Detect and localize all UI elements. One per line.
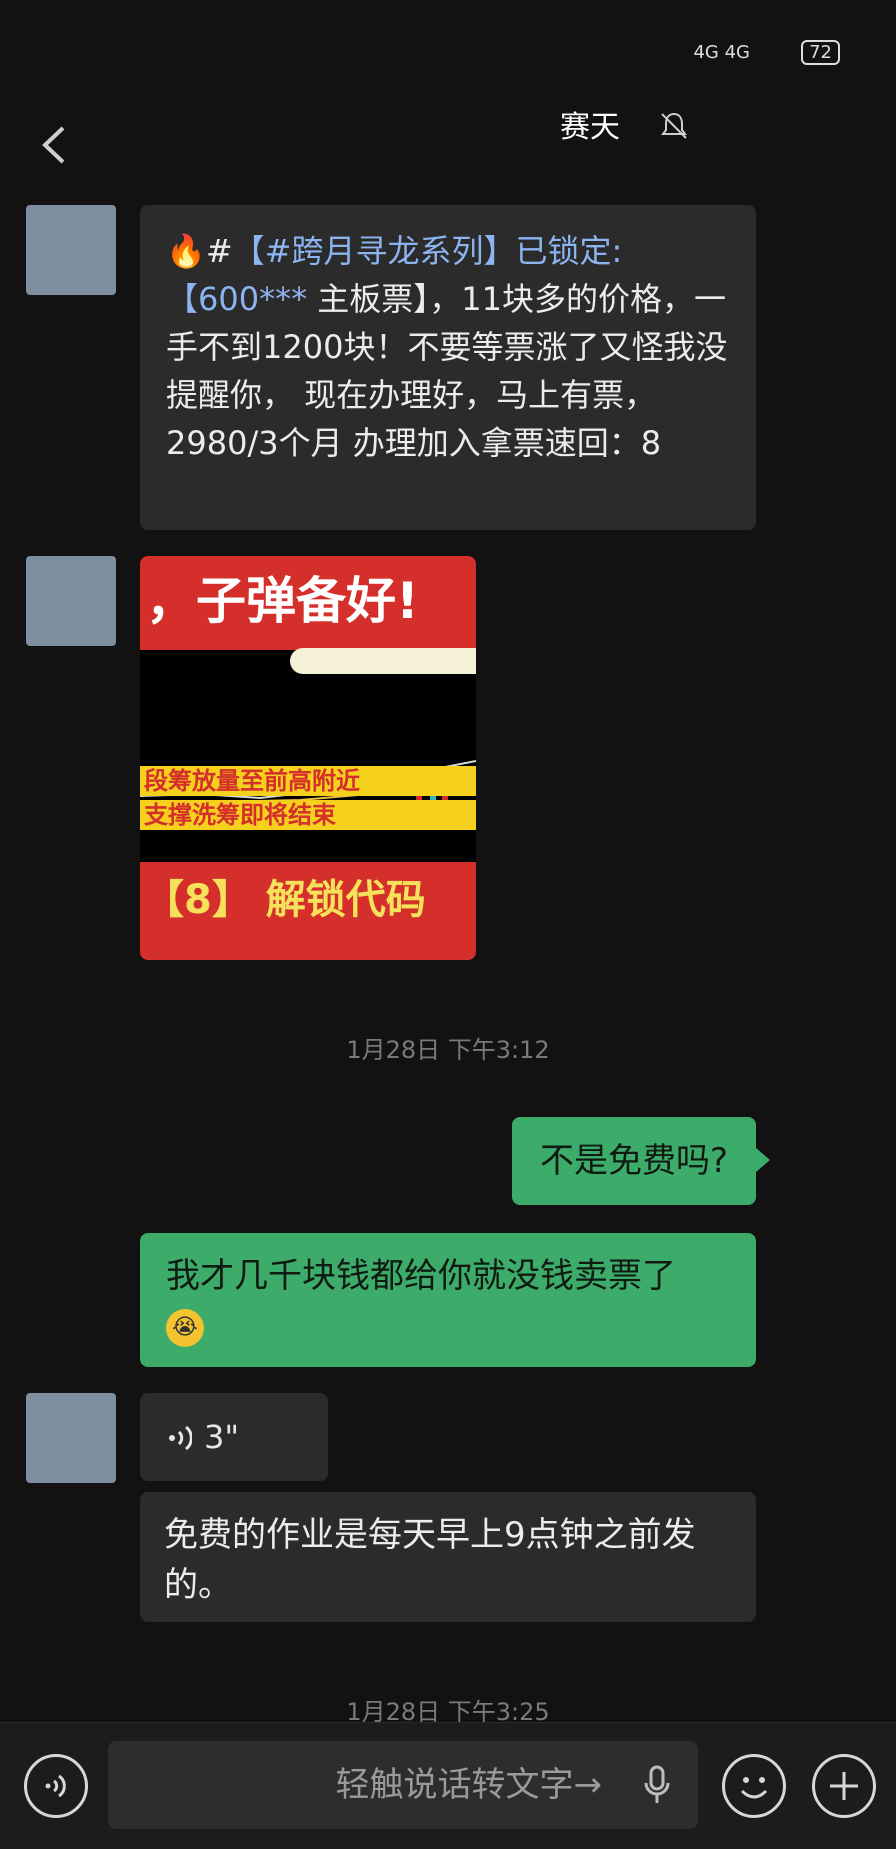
- voice-icon: [169, 1425, 192, 1451]
- chat-header: 赛天: [0, 100, 896, 190]
- status-bar: 4G 4G 72: [300, 40, 860, 70]
- voice-message[interactable]: 3": [140, 1393, 328, 1481]
- message-text: 免费的作业是每天早上9点钟之前发的。: [164, 1515, 696, 1605]
- avatar[interactable]: [26, 205, 116, 295]
- fire-icon: 🔥#: [166, 232, 233, 270]
- avatar[interactable]: [26, 556, 116, 646]
- input-placeholder: 轻触说话转文字→: [335, 1765, 603, 1805]
- message-bubble[interactable]: 🔥#【#跨月寻龙系列】已锁定:【600*** 主板票】，11块多的价格，一手不到…: [140, 205, 756, 530]
- avatar[interactable]: [26, 1393, 116, 1483]
- voice-icon: [45, 1774, 66, 1798]
- emoji-button[interactable]: [722, 1754, 786, 1818]
- crying-emoji-icon: 😭: [166, 1308, 204, 1347]
- image-message[interactable]: ，子弹备好! 段筹放量至前高附近 支撑洗筹即将结束 【8】 解锁代码: [140, 556, 476, 960]
- mute-icon: [661, 112, 687, 139]
- plus-icon: [830, 1772, 858, 1800]
- plus-button[interactable]: [812, 1754, 876, 1818]
- my-message-bubble[interactable]: 不是免费吗?: [511, 1117, 756, 1205]
- image-footer: 【8】 解锁代码: [140, 862, 476, 960]
- image-banner: [290, 648, 476, 674]
- emoji-icon: [740, 1777, 768, 1799]
- input-bar: 轻触说话转文字→: [0, 1722, 896, 1849]
- network-indicator: 4G 4G: [693, 42, 750, 63]
- image-caption-line: 支撑洗筹即将结束: [140, 800, 476, 830]
- message-bubble[interactable]: 我才几千块钱都给你就没钱卖票了 😭: [140, 1233, 756, 1367]
- mic-icon[interactable]: [642, 1765, 672, 1805]
- image-caption-line: 段筹放量至前高附近: [140, 766, 476, 796]
- timestamp: 1月28日 下午3:12: [346, 1036, 550, 1064]
- message-bubble[interactable]: 免费的作业是每天早上9点钟之前发的。: [140, 1492, 756, 1622]
- back-icon[interactable]: [35, 122, 75, 168]
- message-text: 我才几千块钱都给你就没钱卖票了: [166, 1256, 676, 1296]
- bubble-tail: [756, 1148, 770, 1172]
- chat-title: 赛天: [560, 110, 620, 145]
- image-headline: ，子弹备好!: [140, 556, 476, 650]
- voice-duration: 3": [204, 1418, 240, 1456]
- voice-toggle-button[interactable]: [24, 1754, 88, 1818]
- message-input[interactable]: 轻触说话转文字→: [108, 1741, 698, 1829]
- battery-indicator: 72: [801, 40, 840, 65]
